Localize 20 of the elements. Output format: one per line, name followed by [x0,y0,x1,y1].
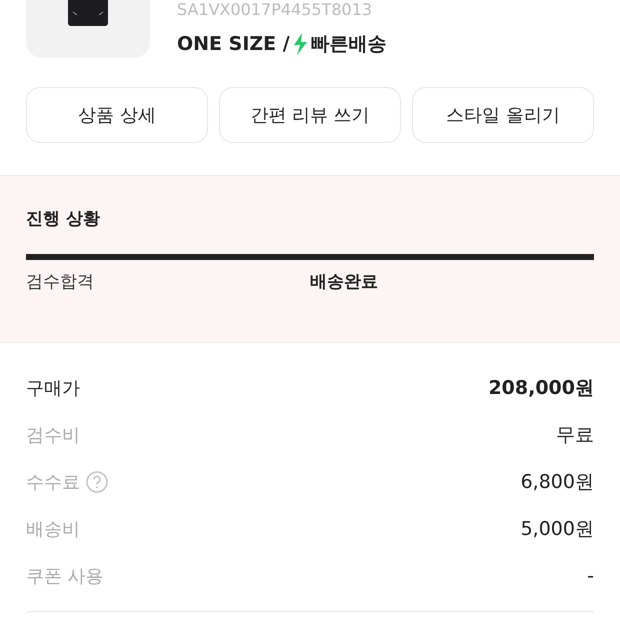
action-button[interactable]: 간편 리뷰 쓰기 [219,87,401,143]
price-value: 6,800원 [520,470,594,494]
step-label: 검수합격 [26,271,95,294]
price-label: 수수료 [26,470,80,494]
size-label: ONE SIZE / [177,32,290,56]
section-title: 진행 상황 [26,208,101,231]
price-value: 208,000원 [488,376,594,400]
action-button[interactable]: 상품 상세 [26,87,208,143]
price-label: 쿠폰 사용 [26,564,104,588]
product-code: SA1VX0017P4455T8013 [177,0,374,20]
price-label: 배송비 [26,518,80,540]
price-value: 무료 [556,422,594,448]
price-value: 5,000원 [520,516,594,542]
step-label: 배송완료 [310,271,379,294]
price-label: 검수비 [26,424,80,446]
lightning-icon [292,33,308,55]
price-value: - [587,564,594,586]
price-label: 구매가 [26,376,80,400]
delivery-label: 빠른배송 [310,32,387,56]
action-button[interactable]: 스타일 올리기 [412,87,594,143]
